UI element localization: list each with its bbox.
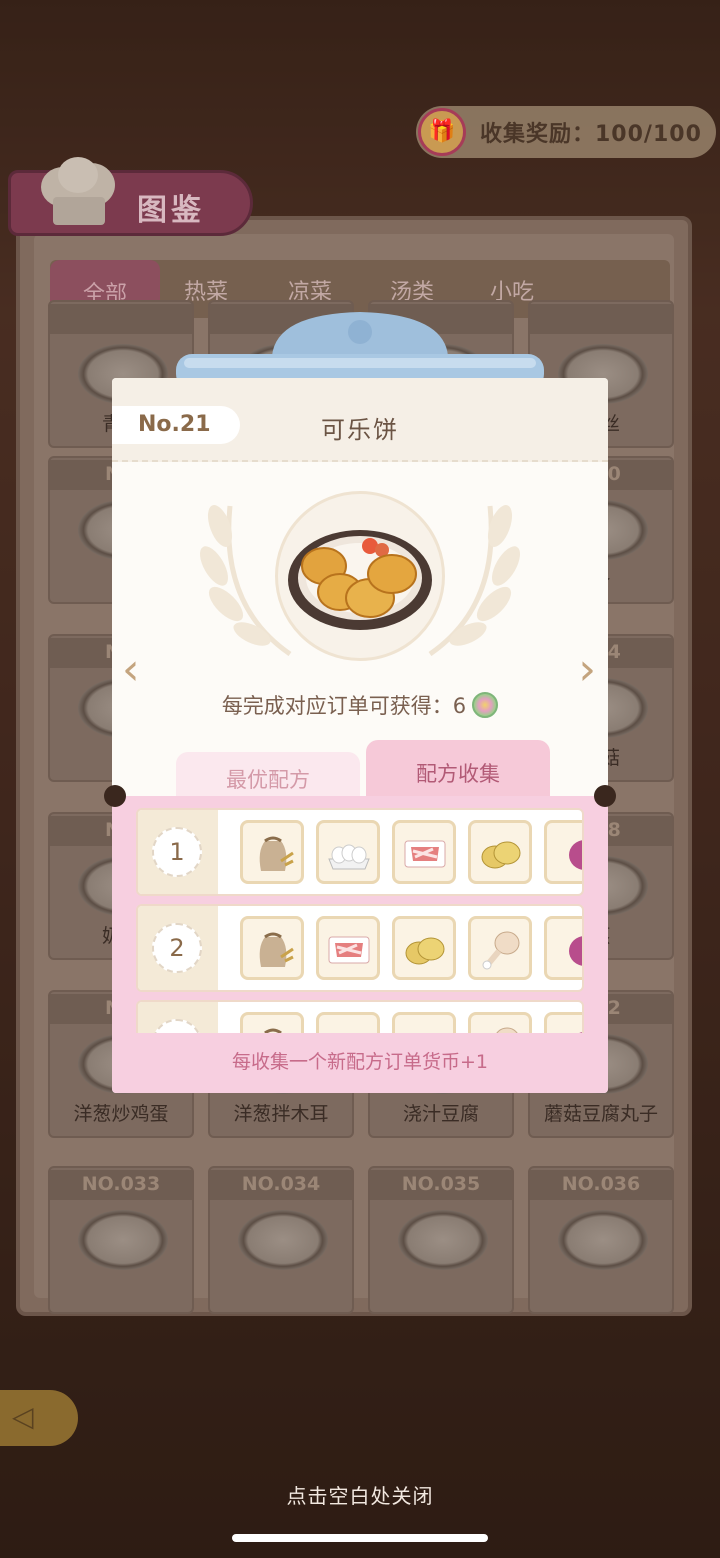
earn-info: 每完成对应订单可获得：6 [112, 690, 608, 720]
recipe-collection-panel: 1 2 3 每收集一个新配方订单货币+1 [112, 796, 608, 1093]
croquette-dish-image [288, 530, 432, 630]
ingredient-slot[interactable] [544, 916, 582, 980]
ingredient-slot[interactable] [544, 820, 582, 884]
back-arrow-icon: ◁ [12, 1400, 34, 1433]
card-number: NO.033 [50, 1170, 192, 1200]
recipe-row[interactable]: 1 [136, 808, 584, 896]
card-number: NO.035 [370, 1170, 512, 1200]
ingredient-slot[interactable] [392, 820, 456, 884]
recipe-index: 2 [152, 923, 202, 973]
ingredient-slot[interactable] [392, 1012, 456, 1033]
collection-reward-badge[interactable]: 🎁 收集奖励：100/100 [416, 106, 716, 158]
modal-header: No.21 可乐饼 [112, 378, 608, 462]
recipe-detail-modal: No.21 可乐饼 ‹ › 每完成对应订单可获得：6 最优配方 配方收集 123… [112, 378, 608, 1093]
background-dish-card[interactable]: NO.034 [208, 1166, 354, 1314]
recipe-index-cell: 3 [138, 1002, 218, 1033]
background-dish-card[interactable]: NO.035 [368, 1166, 514, 1314]
ingredient-slot[interactable] [468, 916, 532, 980]
chef-hat-icon [41, 157, 115, 225]
card-name: 浇汁豆腐 [402, 1103, 479, 1125]
card-number: NO.034 [210, 1170, 352, 1200]
close-hint[interactable]: 点击空白处关闭 [0, 1480, 720, 1509]
dish-plate-image [398, 1210, 488, 1270]
back-button[interactable]: ◁ [0, 1390, 78, 1446]
ingredient-slot[interactable] [240, 916, 304, 980]
dish-plate-image [558, 1210, 648, 1270]
card-number [50, 304, 192, 334]
recipe-footer-note: 每收集一个新配方订单货币+1 [231, 1051, 488, 1073]
recipe-list[interactable]: 1 2 3 [136, 808, 584, 1033]
recipe-index-cell: 2 [138, 906, 218, 990]
ticket-notch-right [594, 785, 616, 807]
book-title: 图鉴 [137, 193, 205, 228]
dish-plate-image [238, 1210, 328, 1270]
recipe-index-cell: 1 [138, 810, 218, 894]
background-dish-card[interactable]: NO.033 [48, 1166, 194, 1314]
dish-plate-image [78, 1210, 168, 1270]
ticket-notch-left [104, 785, 126, 807]
dish-image-frame [275, 491, 445, 661]
ingredient-slot[interactable] [392, 916, 456, 980]
ingredient-slot[interactable] [240, 820, 304, 884]
currency-coin-icon [472, 692, 499, 718]
ingredient-slot[interactable] [316, 820, 380, 884]
recipe-index: 3 [152, 1019, 202, 1033]
ingredient-slot[interactable] [468, 1012, 532, 1033]
ingredient-slot[interactable] [316, 1012, 380, 1033]
card-number [530, 304, 672, 334]
recipe-row[interactable]: 3 [136, 1000, 584, 1033]
ingredient-slot[interactable] [240, 1012, 304, 1033]
card-name: 洋葱炒鸡蛋 [73, 1103, 169, 1125]
card-number: NO.036 [530, 1170, 672, 1200]
recipe-row[interactable]: 2 [136, 904, 584, 992]
home-indicator[interactable] [232, 1534, 488, 1542]
prev-arrow-icon[interactable]: ‹ [122, 648, 140, 692]
background-dish-card[interactable]: NO.036 [528, 1166, 674, 1314]
ingredient-slot[interactable] [468, 820, 532, 884]
reward-label: 收集奖励：100/100 [480, 122, 702, 147]
recipe-index: 1 [152, 827, 202, 877]
next-arrow-icon[interactable]: › [578, 648, 596, 692]
ingredient-slot[interactable] [544, 1012, 582, 1033]
ingredient-slot[interactable] [316, 916, 380, 980]
dish-name: 可乐饼 [321, 416, 399, 444]
earn-text: 每完成对应订单可获得：6 [221, 694, 467, 718]
gift-icon: 🎁 [418, 108, 466, 156]
card-name: 蘑菇豆腐丸子 [543, 1103, 658, 1125]
card-name: 洋葱拌木耳 [233, 1103, 329, 1125]
book-title-tab: 图鉴 [8, 157, 253, 236]
